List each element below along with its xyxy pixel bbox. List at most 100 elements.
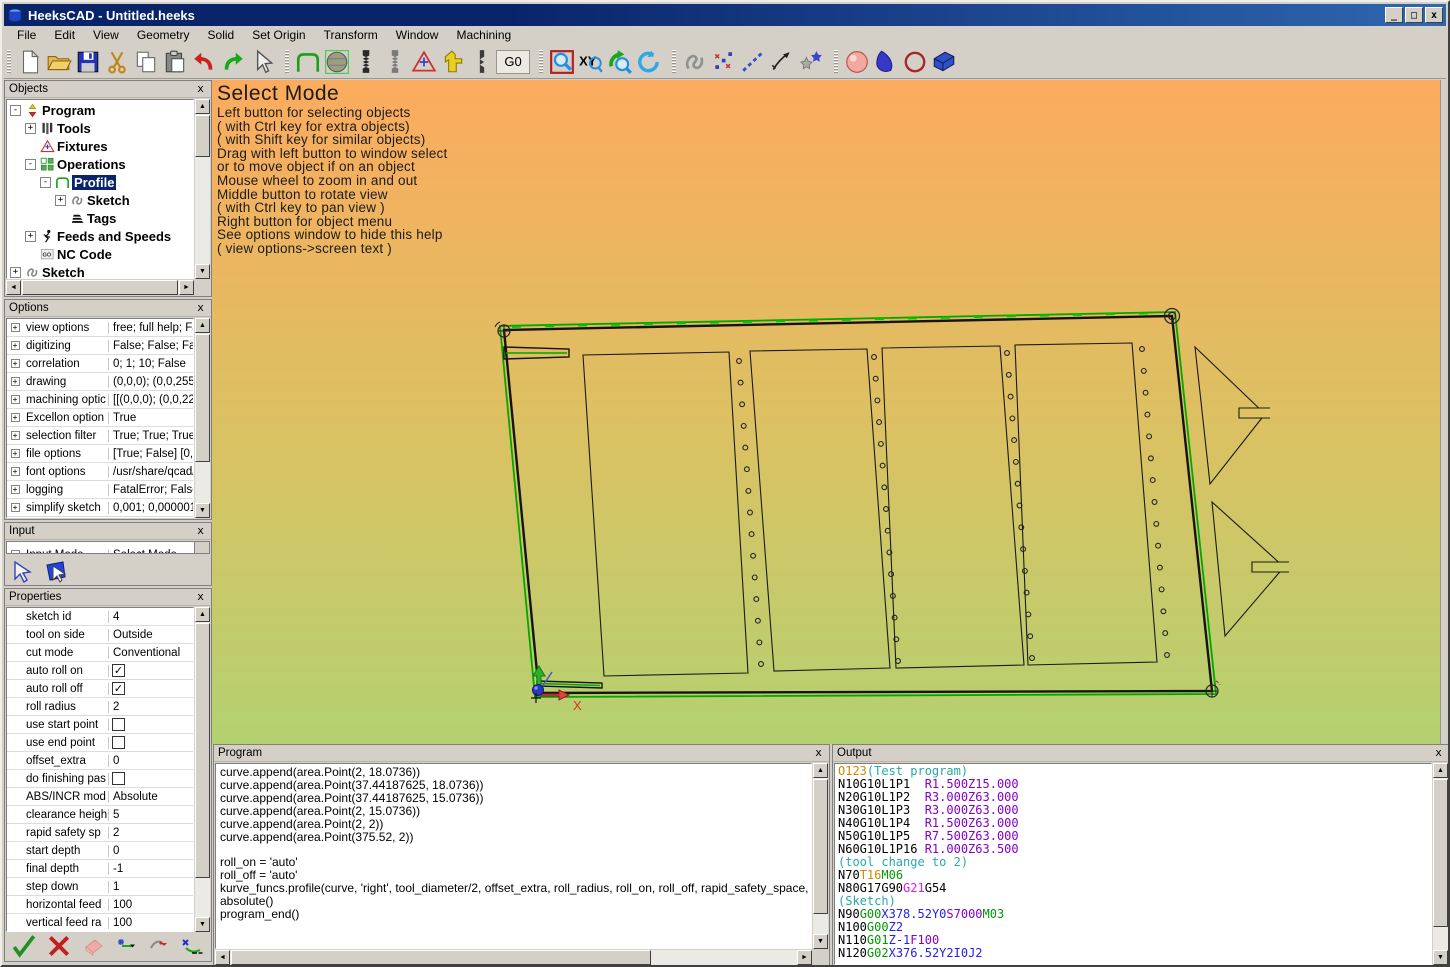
expand-icon[interactable]: +	[7, 485, 23, 494]
toolbar-zoom-rotate-button[interactable]	[605, 47, 634, 76]
option-row-selection-filter[interactable]: +selection filterTrue; True; True;	[7, 427, 193, 445]
toolbar-profile-operation-button[interactable]	[293, 47, 322, 76]
toolbar-gripper[interactable]	[285, 50, 289, 74]
toolbar-redo-button[interactable]	[218, 47, 247, 76]
scroll-up-icon[interactable]: ▲	[813, 763, 828, 778]
expand-icon[interactable]: +	[25, 123, 36, 134]
tree-row-tools[interactable]: +Tools	[7, 119, 193, 137]
toolbar-new-file-button[interactable]	[15, 47, 44, 76]
expand-icon[interactable]: +	[7, 377, 23, 386]
option-row-simplify-sketch[interactable]: +simplify sketch0,001; 0,000001;	[7, 499, 193, 517]
expand-icon[interactable]: +	[7, 413, 23, 422]
scroll-left-icon[interactable]: ◄	[6, 280, 21, 295]
option-row-view-options[interactable]: +view optionsfree; full help; Fals	[7, 319, 193, 337]
property-row-final-depth[interactable]: final depth-1	[7, 860, 193, 878]
menu-item-solid[interactable]: Solid	[199, 26, 244, 45]
checkbox-checked-icon[interactable]: ✓	[112, 664, 125, 677]
pick-face-button[interactable]	[43, 559, 69, 590]
scroll-down-icon[interactable]: ▼	[1433, 950, 1448, 965]
toolbar-select-cursor-button[interactable]	[247, 47, 276, 76]
tangent-button[interactable]	[180, 934, 204, 963]
output-panel-close-icon[interactable]: x	[1432, 747, 1445, 760]
toolbar-paste-button[interactable]	[160, 47, 189, 76]
select-mode-button[interactable]	[9, 559, 35, 590]
input-panel-close-icon[interactable]: x	[194, 525, 207, 538]
toolbar-zoom-extents-button[interactable]	[547, 47, 576, 76]
menu-item-set-origin[interactable]: Set Origin	[243, 26, 314, 45]
program-panel-close-icon[interactable]: x	[812, 747, 825, 760]
checkbox-checked-icon[interactable]: ✓	[112, 682, 125, 695]
apply-check-button[interactable]	[11, 933, 37, 964]
option-row-file-options[interactable]: +file options[True; False] [0,1]	[7, 445, 193, 463]
tree-row-tags[interactable]: Tags	[7, 209, 193, 227]
scroll-down-icon[interactable]: ▼	[195, 503, 210, 518]
scroll-right-icon[interactable]: ►	[179, 280, 194, 295]
toolbar-cut-button[interactable]	[102, 47, 131, 76]
scroll-thumb[interactable]	[813, 779, 828, 914]
expand-icon[interactable]: +	[55, 195, 66, 206]
tree-row-program[interactable]: -Program	[7, 101, 193, 119]
expand-icon[interactable]: +	[7, 467, 23, 476]
program-vscrollbar[interactable]: ▲ ▼	[813, 763, 828, 949]
menu-item-transform[interactable]: Transform	[315, 26, 387, 45]
property-row-rapid-safety-sp[interactable]: rapid safety sp2	[7, 824, 193, 842]
checkbox-unchecked-icon[interactable]	[112, 772, 125, 785]
property-row-offset-extra[interactable]: offset_extra0	[7, 752, 193, 770]
toolbar-open-file-button[interactable]	[44, 47, 73, 76]
collapse-icon[interactable]: -	[10, 105, 21, 116]
property-row-horizontal-feed[interactable]: horizontal feed100	[7, 896, 193, 914]
property-row-abs-incr-mod[interactable]: ABS/INCR modAbsolute	[7, 788, 193, 806]
end-point-button[interactable]	[147, 934, 171, 963]
scroll-right-icon[interactable]: ►	[797, 950, 812, 965]
toolbar-save-button[interactable]	[73, 47, 102, 76]
toolbar-wedge-block-button[interactable]	[929, 47, 958, 76]
expand-icon[interactable]: +	[7, 359, 23, 368]
expand-icon[interactable]: +	[7, 503, 23, 512]
property-row-vertical-feed-ra[interactable]: vertical feed ra100	[7, 914, 193, 932]
property-row-cut-mode[interactable]: cut modeConventional	[7, 644, 193, 662]
toolbar-polyline-dots-button[interactable]	[738, 47, 767, 76]
property-row-clearance-heigh[interactable]: clearance heigh5	[7, 806, 193, 824]
toolbar-sketch-curve-button[interactable]	[680, 47, 709, 76]
toolbar-drill-light-button[interactable]	[380, 47, 409, 76]
toolbar-fixture-triangle-button[interactable]	[409, 47, 438, 76]
toolbar-zoom-xy-button[interactable]: XY	[576, 47, 605, 76]
scroll-up-icon[interactable]: ▲	[195, 318, 210, 333]
scroll-thumb[interactable]	[1433, 779, 1448, 927]
toolbar-undo-button[interactable]	[189, 47, 218, 76]
expand-icon[interactable]: +	[25, 231, 36, 242]
expand-icon[interactable]: +	[7, 341, 23, 350]
tree-row-operations[interactable]: -Operations	[7, 155, 193, 173]
cad-viewport[interactable]: X Select Mode Left button for selecting …	[212, 80, 1440, 744]
menu-item-file[interactable]: File	[8, 26, 45, 45]
program-code-area[interactable]: curve.append(area.Point(2, 18.0736))curv…	[215, 763, 812, 949]
property-row-tool-on-side[interactable]: tool on sideOutside	[7, 626, 193, 644]
eraser-button[interactable]	[81, 934, 105, 963]
option-row-excellon-option[interactable]: +Excellon optionTrue	[7, 409, 193, 427]
option-row-machining-optic[interactable]: +machining optic[[(0,0,0); (0,0,22:	[7, 391, 193, 409]
toolbar-torus-ring-button[interactable]	[900, 47, 929, 76]
start-point-button[interactable]	[114, 934, 138, 963]
toolbar-solid-sphere-button[interactable]	[322, 47, 351, 76]
scroll-down-icon[interactable]: ▼	[813, 934, 828, 949]
property-row-do-finishing-pas[interactable]: do finishing pas	[7, 770, 193, 788]
expand-icon[interactable]: +	[7, 431, 23, 440]
property-row-sketch-id[interactable]: sketch id4	[7, 608, 193, 626]
expand-icon[interactable]: +	[7, 449, 23, 458]
scroll-down-icon[interactable]: ▼	[195, 264, 210, 279]
checkbox-unchecked-icon[interactable]	[112, 718, 125, 731]
scroll-up-icon[interactable]: ▲	[195, 99, 210, 114]
tree-row-feeds-and-speeds[interactable]: +Feeds and Speeds	[7, 227, 193, 245]
collapse-icon[interactable]: -	[25, 159, 36, 170]
menu-item-window[interactable]: Window	[387, 26, 448, 45]
scroll-up-icon[interactable]: ▲	[1433, 763, 1448, 778]
toolbar-redraw-button[interactable]	[634, 47, 663, 76]
objects-hscrollbar[interactable]: ◄ ►	[6, 280, 194, 295]
expand-icon[interactable]: +	[7, 323, 23, 332]
output-code-area[interactable]: O123(Test program)N10G10L1P1 R1.500Z15.0…	[834, 763, 1432, 965]
objects-panel-close-icon[interactable]: x	[194, 83, 207, 96]
maximize-button[interactable]: □	[1405, 7, 1423, 23]
checkbox-unchecked-icon[interactable]	[112, 736, 125, 749]
toolbar-gripper[interactable]	[539, 50, 543, 74]
minimize-button[interactable]: _	[1385, 7, 1403, 23]
